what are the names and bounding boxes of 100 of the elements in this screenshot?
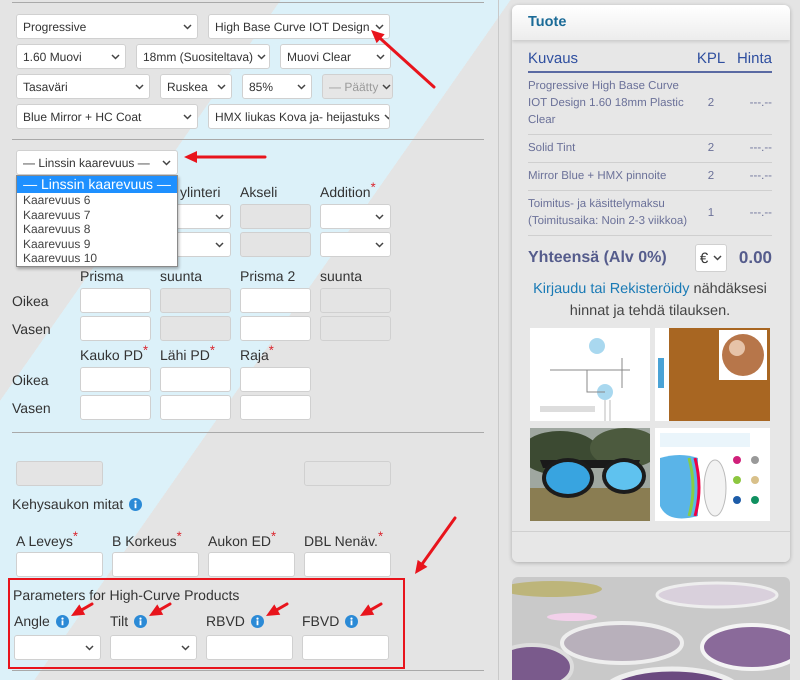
- select-field[interactable]: Ruskea: [160, 74, 232, 99]
- caret-icon: [375, 242, 384, 248]
- info-icon[interactable]: [134, 614, 148, 628]
- row-label: Vasen: [12, 320, 52, 336]
- caret-icon: [215, 214, 224, 220]
- info-icon[interactable]: [129, 498, 142, 510]
- caret-icon: [135, 84, 144, 90]
- login-prompt: Kirjaudu tai Rekisteröidy nähdäksesi hinnat ja tehdä tilauksen.: [532, 280, 768, 321]
- info-icon[interactable]: [250, 614, 264, 628]
- table-cell: ---.--: [728, 73, 772, 135]
- section-title: Kehysaukon mitat: [12, 496, 124, 512]
- field-label: FBVD: [302, 613, 340, 629]
- total-amount: 0.00: [738, 248, 772, 268]
- select-field[interactable]: 18mm (Suositeltava): [136, 44, 270, 69]
- caret-icon: [111, 54, 120, 60]
- input-field[interactable]: [80, 316, 151, 341]
- input-field[interactable]: [80, 395, 151, 420]
- input-field: [160, 316, 231, 341]
- table-cell: 2: [694, 73, 728, 135]
- input-field[interactable]: [16, 552, 103, 577]
- select-field[interactable]: [320, 204, 391, 229]
- table-cell: ---.--: [728, 163, 772, 191]
- input-field: [160, 288, 231, 313]
- select-field[interactable]: HMX liukas Kova ja- heijastuks: [208, 104, 390, 129]
- row-label: Oikea: [12, 292, 50, 308]
- section-title: Parameters for High-Curve Products: [13, 587, 240, 603]
- field-label: Tilt: [110, 613, 128, 629]
- select-field[interactable]: [320, 232, 391, 257]
- dropdown-option[interactable]: Kaarevuus 6: [17, 193, 177, 208]
- select-field[interactable]: — Linssin kaarevuus —: [16, 150, 178, 175]
- caret-icon: [712, 255, 722, 261]
- select-field[interactable]: 1.60 Muovi: [16, 44, 126, 69]
- select-field[interactable]: High Base Curve IOT Design: [208, 14, 390, 39]
- input-field[interactable]: [112, 552, 199, 577]
- caret-icon: [183, 114, 192, 120]
- column-header: Prisma 2: [240, 267, 296, 285]
- column-header: ylinteri: [180, 183, 220, 201]
- select-field[interactable]: 85%: [242, 74, 312, 99]
- input-field: [240, 232, 311, 257]
- select-field[interactable]: [110, 635, 197, 660]
- dropdown-option[interactable]: Kaarevuus 7: [17, 208, 177, 222]
- select-field[interactable]: Blue Mirror + HC Coat: [16, 104, 198, 129]
- column-header: suunta: [160, 267, 204, 285]
- panel-title: Tuote: [512, 5, 790, 40]
- table-cell: Mirror Blue + HMX pinnoite: [528, 163, 694, 191]
- select-field[interactable]: Progressive: [16, 14, 198, 39]
- column-header: Hinta: [728, 50, 772, 73]
- input-field[interactable]: [304, 552, 391, 577]
- field-label: Angle: [14, 613, 50, 629]
- row-label: Oikea: [12, 372, 50, 388]
- caret-icon: [85, 644, 94, 650]
- input-field[interactable]: [240, 395, 311, 420]
- table-cell: Progressive High Base Curve IOT Design 1.60 18mm Plastic Clear: [528, 73, 694, 135]
- table-cell: Solid Tint: [528, 135, 694, 163]
- row-label: Vasen: [12, 400, 52, 416]
- table-cell: ---.--: [728, 191, 772, 236]
- caret-icon: [297, 84, 306, 90]
- dropdown-option[interactable]: Kaarevuus 8: [17, 222, 177, 236]
- input-field[interactable]: [160, 395, 231, 420]
- column-header: Prisma: [80, 267, 125, 285]
- input-field[interactable]: [80, 367, 151, 392]
- column-header: KPL: [694, 50, 728, 73]
- currency-select[interactable]: €: [694, 244, 727, 272]
- caret-icon: [215, 242, 224, 248]
- table-cell: Toimitus- ja käsittelymaksu (Toimitusaika: Noin 2-3 viikkoa): [528, 191, 694, 236]
- caret-icon: [183, 24, 192, 30]
- select-field[interactable]: Tasaväri: [16, 74, 150, 99]
- table-cell: 1: [694, 191, 728, 236]
- input-field[interactable]: [80, 288, 151, 313]
- caret-icon: [181, 644, 190, 650]
- login-link[interactable]: Kirjaudu tai Rekisteröidy: [533, 281, 690, 297]
- column-header: suunta: [320, 267, 364, 285]
- column-header: Akseli: [240, 183, 278, 201]
- input-field[interactable]: [206, 635, 293, 660]
- input-field[interactable]: [208, 552, 295, 577]
- input-field[interactable]: [240, 288, 311, 313]
- dropdown-option[interactable]: Kaarevuus 10: [17, 251, 177, 266]
- table-cell: 2: [694, 135, 728, 163]
- table-cell: 2: [694, 163, 728, 191]
- input-field[interactable]: [160, 367, 231, 392]
- info-icon[interactable]: [56, 614, 69, 628]
- table-cell: ---.--: [728, 135, 772, 163]
- select-field[interactable]: [14, 635, 101, 660]
- caret-icon: [376, 54, 385, 60]
- input-field[interactable]: [302, 635, 389, 660]
- dropdown-option[interactable]: Kaarevuus 9: [17, 236, 177, 251]
- caret-icon: [257, 54, 266, 60]
- column-header: Kuvaus: [528, 50, 694, 73]
- caret-icon: [217, 84, 226, 90]
- caret-icon: [375, 24, 384, 30]
- info-icon[interactable]: [345, 614, 358, 628]
- input-field[interactable]: [240, 367, 311, 392]
- input-field[interactable]: [240, 316, 311, 341]
- field-label: RBVD: [206, 613, 245, 629]
- total-label: Yhteensä (Alv 0%): [528, 249, 668, 267]
- caret-icon: [382, 84, 392, 90]
- caret-icon: [375, 214, 384, 220]
- select-field[interactable]: Muovi Clear: [280, 44, 391, 69]
- caret-icon: [162, 160, 171, 166]
- input-field: [240, 204, 311, 229]
